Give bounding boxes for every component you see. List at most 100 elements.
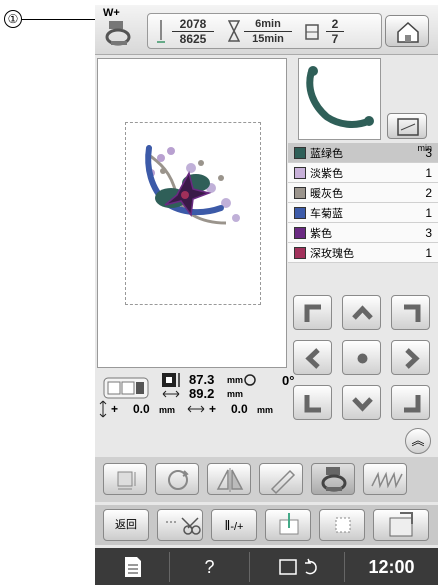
thumbnail-toggle-button[interactable] [387, 113, 427, 139]
settings-button[interactable] [250, 552, 345, 582]
time-current: 6min [244, 17, 292, 32]
double-chevron-up-icon: ︽ [411, 433, 425, 448]
color-count: 1 [425, 245, 432, 260]
embroidery-design [145, 145, 240, 225]
frame-view-icon [397, 118, 419, 136]
center-button[interactable] [342, 340, 381, 375]
resize-button[interactable] [103, 463, 147, 495]
hoop-size-icon [103, 377, 149, 399]
presser-foot-button[interactable] [311, 463, 355, 495]
color-row[interactable]: 蓝绿色 3 min [288, 143, 438, 163]
clock: 12:00 [368, 557, 415, 577]
color-count: 2 [425, 185, 432, 200]
rotate-icon [244, 374, 256, 386]
presser-foot-icon [105, 21, 131, 46]
design-info: 87.3 mm 89.2 mm 0° + 0.0 mm + 0.0 mm [97, 368, 337, 428]
offset-y-sign: + [111, 402, 119, 416]
start-point-icon [279, 513, 299, 535]
home-icon [397, 21, 419, 43]
offset-x-unit: mm [257, 405, 274, 415]
embroidery-screen: W+ 2078 8625 6min 15min 2 7 蓝绿色 3 min 淡紫… [95, 5, 438, 585]
edit-toolbar [95, 457, 438, 502]
help-button[interactable]: ? [170, 552, 250, 582]
center-dot-icon [357, 353, 368, 364]
thread-cut-button[interactable] [157, 509, 203, 541]
design-thumbnail [298, 58, 381, 140]
presser-foot-label: W+ [103, 7, 120, 19]
color-name: 暖灰色 [310, 187, 343, 200]
color-row[interactable]: 深玫瑰色 1 [288, 243, 438, 263]
swatch-5 [294, 246, 306, 259]
embroider-button[interactable] [373, 509, 429, 541]
mirror-icon [216, 468, 244, 492]
move-right-button[interactable] [391, 340, 430, 375]
min-label: min [417, 143, 432, 153]
design-preview [97, 58, 287, 368]
move-up-right-button[interactable] [391, 295, 430, 330]
horizontal-offset-icon [187, 405, 205, 413]
machine-settings-icon [279, 558, 317, 575]
color-list[interactable]: 蓝绿色 3 min 淡紫色 1 暖灰色 2 车菊蓝 1 紫色 3 深玫瑰色 1 [288, 143, 438, 288]
swatch-0 [294, 146, 306, 159]
chevron-up-icon [352, 305, 373, 320]
chevron-down-icon [352, 397, 373, 412]
swatch-2 [294, 186, 306, 199]
menu-button[interactable] [95, 552, 170, 582]
width-arrow-icon [162, 390, 180, 398]
collapse-button[interactable]: ︽ [405, 428, 431, 454]
needle-icon [157, 20, 165, 43]
bottom-toolbar: 返回 ‖-/+ [95, 505, 438, 545]
top-bar: W+ 2078 8625 6min 15min 2 7 [95, 5, 438, 55]
offset-y-unit: mm [159, 405, 176, 415]
time-total: 15min [252, 33, 284, 45]
presser-foot-icon [321, 467, 347, 492]
back-button[interactable]: 返回 [103, 509, 149, 541]
callout-number: ① [4, 10, 22, 28]
corner-up-left-icon [304, 304, 321, 322]
swatch-1 [294, 166, 306, 179]
rotate-button[interactable] [155, 463, 199, 495]
trial-button[interactable] [319, 509, 365, 541]
rotate-icon [168, 470, 189, 490]
color-row[interactable]: 紫色 3 [288, 223, 438, 243]
frame-trace-icon [335, 517, 351, 533]
height-unit: mm [227, 389, 244, 399]
color-name: 车菊蓝 [310, 207, 343, 220]
corner-down-right-icon [404, 395, 421, 413]
move-up-left-button[interactable] [293, 295, 332, 330]
pencil-icon [270, 469, 296, 495]
color-row[interactable]: 淡紫色 1 [288, 163, 438, 183]
color-count: 1 [425, 205, 432, 220]
stitch-stats-box: 2078 8625 6min 15min 2 7 [147, 13, 382, 49]
zigzag-icon [371, 471, 403, 489]
move-down-button[interactable] [342, 385, 381, 420]
document-icon [125, 557, 141, 577]
stitch-adjust-button[interactable]: ‖-/+ [211, 509, 257, 541]
color-row[interactable]: 车菊蓝 1 [288, 203, 438, 223]
hourglass-icon [228, 20, 240, 42]
color-name: 紫色 [310, 227, 332, 240]
stitch-current: 2078 [172, 17, 214, 32]
width-unit: mm [227, 375, 244, 385]
thumbnail-design [306, 66, 374, 128]
swatch-3 [294, 206, 306, 219]
swatch-4 [294, 226, 306, 239]
move-down-right-button[interactable] [391, 385, 430, 420]
stitch-adjust-label: -/+ [230, 521, 244, 533]
color-total: 7 [331, 32, 339, 46]
stitch-button[interactable] [363, 463, 407, 495]
density-button[interactable] [259, 463, 303, 495]
chevron-right-icon [405, 348, 420, 369]
stitch-total: 8625 [179, 32, 207, 46]
color-count: 3 [425, 225, 432, 240]
color-count: 1 [425, 165, 432, 180]
move-up-button[interactable] [342, 295, 381, 330]
start-position-button[interactable] [265, 509, 311, 541]
mirror-button[interactable] [207, 463, 251, 495]
home-button[interactable] [385, 15, 429, 47]
offset-x-value: 0.0 [231, 402, 248, 416]
color-name: 淡紫色 [310, 167, 343, 180]
color-row[interactable]: 暖灰色 2 [288, 183, 438, 203]
color-name: 深玫瑰色 [310, 247, 354, 260]
size-icon [162, 373, 180, 387]
